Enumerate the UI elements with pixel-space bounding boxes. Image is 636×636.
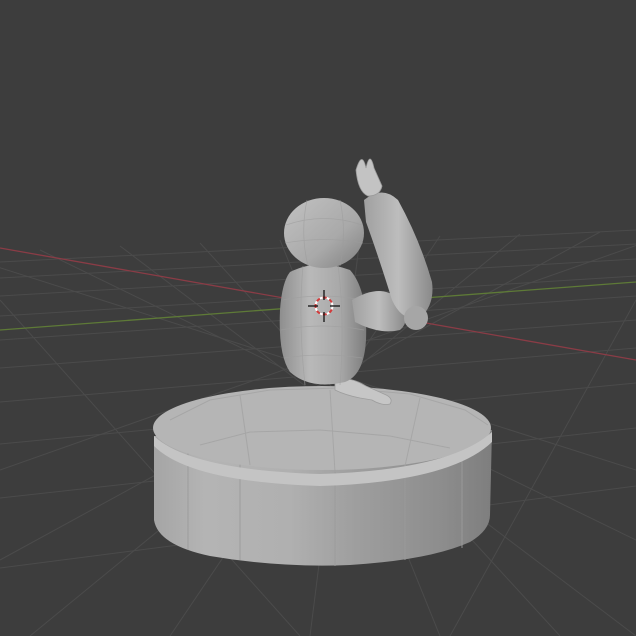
3d-viewport[interactable] (0, 0, 636, 636)
raised-arm[interactable] (352, 158, 433, 332)
character-head[interactable] (284, 198, 364, 268)
character-body[interactable] (279, 263, 367, 386)
viewport-canvas[interactable] (0, 0, 636, 636)
base-cylinder[interactable] (153, 386, 492, 566)
